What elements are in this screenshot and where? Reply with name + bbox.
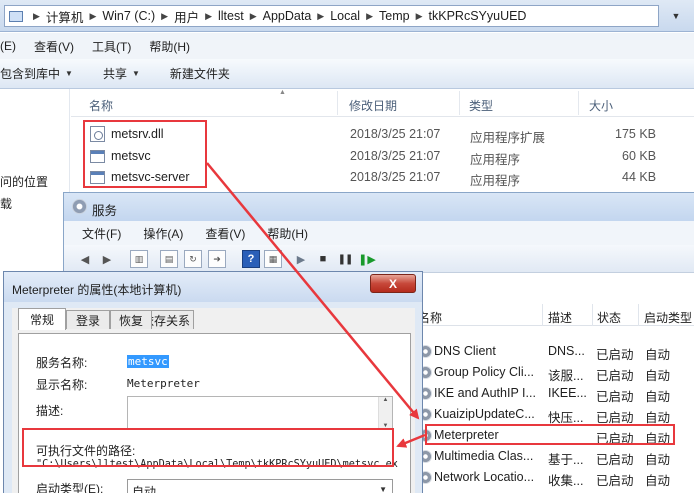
annotation-arrows <box>206 162 426 448</box>
arrow-files-to-service <box>206 162 420 420</box>
arrow-service-to-path <box>396 433 426 448</box>
